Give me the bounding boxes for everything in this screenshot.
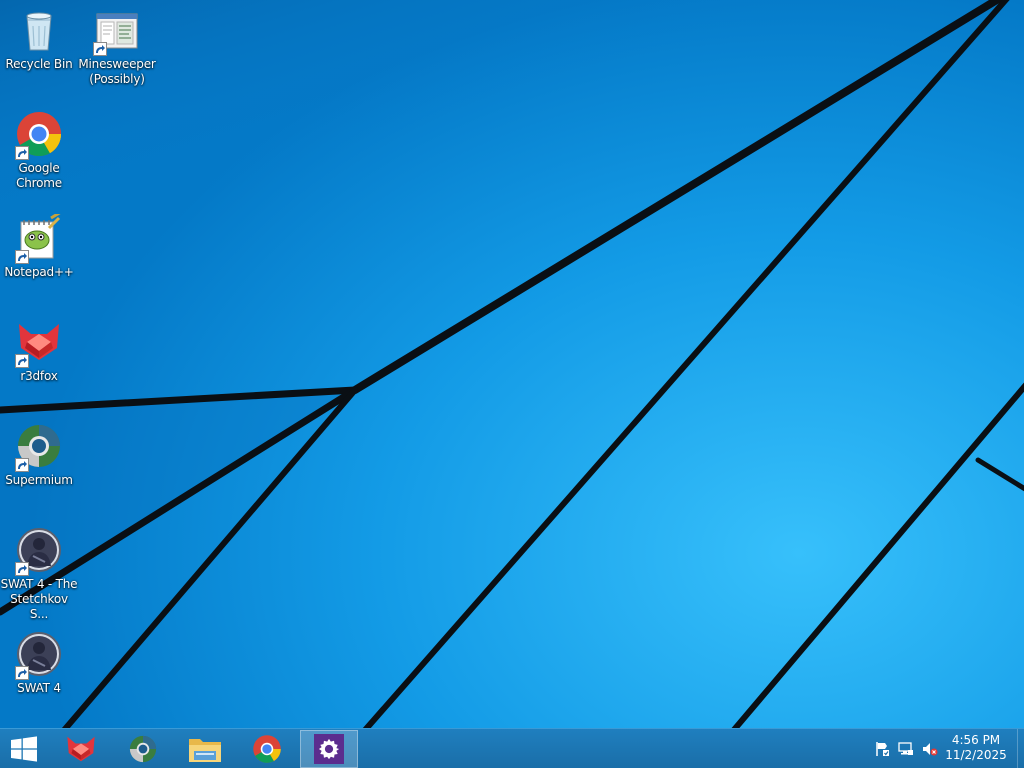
chrome-icon: [15, 110, 63, 160]
wallpaper: [0, 0, 1024, 728]
clock-date: 11/2/2025: [945, 748, 1007, 762]
desktop-icon-label: Recycle Bin: [5, 57, 73, 71]
desktop-icon-notepad-plus-plus[interactable]: Notepad++: [0, 210, 78, 280]
clock[interactable]: 4:56 PM 11/2/2025: [944, 733, 1008, 763]
shortcut-arrow-icon: [15, 354, 29, 368]
desktop-icon-minesweeper[interactable]: Minesweeper (Possibly): [78, 6, 156, 87]
recycle-bin-icon: [15, 6, 63, 54]
r3dfox-icon: [15, 318, 63, 368]
shortcut-arrow-icon: [15, 458, 29, 472]
desktop[interactable]: Recycle Bin Minesweeper (Possibly) Googl…: [0, 0, 1024, 728]
desktop-icon-supermium[interactable]: Supermium: [0, 422, 78, 488]
supermium-icon: [15, 422, 63, 472]
desktop-icon-google-chrome[interactable]: Google Chrome: [0, 110, 78, 191]
desktop-icon-label: SWAT 4: [17, 681, 61, 695]
action-center-flag-icon[interactable]: [874, 741, 890, 757]
taskbar: 4:56 PM 11/2/2025: [0, 728, 1024, 768]
taskbar-google-chrome[interactable]: [238, 730, 296, 768]
clock-time: 4:56 PM: [951, 733, 1001, 747]
taskbar-file-explorer[interactable]: [176, 730, 234, 768]
shortcut-arrow-icon: [15, 562, 29, 576]
swat4-icon: [15, 630, 63, 680]
desktop-icon-swat4-stetchkov[interactable]: SWAT 4 - The Stetchkov S...: [0, 526, 78, 622]
network-icon[interactable]: [898, 741, 914, 757]
shortcut-arrow-icon: [15, 666, 29, 680]
notepad-plus-plus-icon: [15, 210, 63, 264]
show-desktop-button[interactable]: [1017, 729, 1024, 768]
minesweeper-icon: [93, 6, 141, 56]
desktop-icon-swat4[interactable]: SWAT 4: [0, 630, 78, 696]
folder-icon: [189, 739, 221, 762]
desktop-icon-r3dfox[interactable]: r3dfox: [0, 318, 78, 384]
desktop-icon-label: SWAT 4 - The Stetchkov S...: [0, 577, 78, 621]
swat4-icon: [15, 526, 63, 576]
r3dfox-icon: [67, 736, 95, 762]
desktop-icon-label: r3dfox: [20, 369, 58, 383]
chrome-icon: [253, 735, 281, 763]
windows-logo-icon: [11, 736, 37, 762]
taskbar-supermium[interactable]: [114, 730, 172, 768]
volume-muted-icon[interactable]: [922, 741, 938, 757]
desktop-icon-label: Minesweeper (Possibly): [78, 57, 156, 86]
desktop-icon-recycle-bin[interactable]: Recycle Bin: [0, 6, 78, 72]
taskbar-r3dfox[interactable]: [52, 730, 110, 768]
desktop-icon-label: Notepad++: [4, 265, 74, 279]
start-button[interactable]: [0, 730, 48, 768]
shortcut-arrow-icon: [93, 42, 107, 56]
desktop-icon-label: Supermium: [5, 473, 73, 487]
supermium-icon: [129, 735, 157, 763]
taskbar-settings[interactable]: [300, 730, 358, 768]
desktop-icon-label: Google Chrome: [16, 161, 62, 190]
gear-icon: [314, 734, 344, 764]
shortcut-arrow-icon: [15, 250, 29, 264]
shortcut-arrow-icon: [15, 146, 29, 160]
